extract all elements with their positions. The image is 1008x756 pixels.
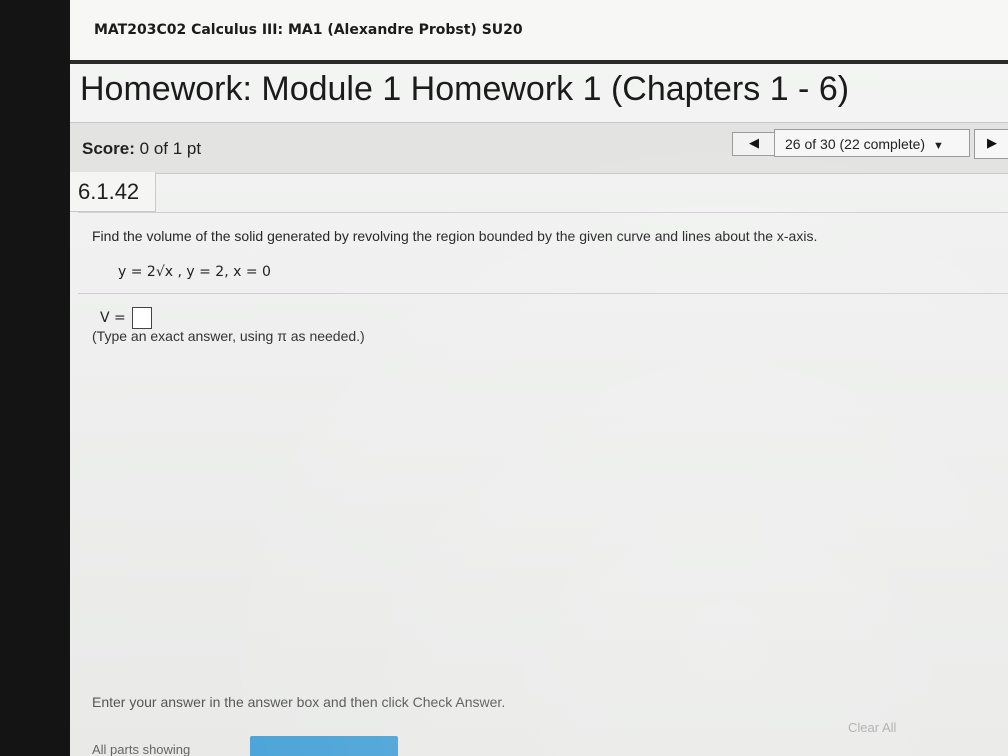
assignment-title: Homework: Module 1 Homework 1 (Chapters …: [80, 70, 850, 108]
score-label: Score:: [82, 139, 135, 158]
course-header: MAT203C02 Calculus III: MA1 (Alexandre P…: [70, 0, 1008, 60]
score: Score: 0 of 1 pt: [82, 139, 201, 159]
answer-label: V =: [100, 310, 126, 326]
question-prompt: Find the volume of the solid generated b…: [92, 228, 818, 244]
previous-question-button[interactable]: ◀: [732, 132, 776, 156]
monitor-bezel: MAT203C02 Calculus III: MA1 (Alexandre P…: [0, 0, 1008, 756]
previous-arrow-icon: ◀: [749, 136, 759, 151]
chevron-down-icon: ▼: [932, 140, 944, 152]
question-position: 26 of 30 (22 complete): [785, 136, 926, 152]
score-value: 0 of 1 pt: [139, 139, 202, 158]
next-question-button[interactable]: ▶: [974, 129, 1008, 159]
footer-bar: Clear All All parts showing: [70, 712, 1008, 756]
question-divider: [78, 293, 1008, 294]
clear-all-button[interactable]: Clear All: [848, 720, 896, 735]
course-title: MAT203C02 Calculus III: MA1 (Alexandre P…: [94, 22, 523, 38]
question-number: 6.1.42: [70, 172, 156, 212]
question-area: Find the volume of the solid generated b…: [78, 212, 1008, 693]
footer-instructions: Enter your answer in the answer box and …: [92, 694, 506, 710]
score-bar: Score: 0 of 1 pt ◀ 26 of 30 (22 complete…: [70, 122, 1008, 174]
title-divider: [70, 60, 1008, 64]
parts-showing-label: All parts showing: [92, 742, 191, 756]
browser-viewport: MAT203C02 Calculus III: MA1 (Alexandre P…: [70, 0, 1008, 756]
next-arrow-icon: ▶: [987, 136, 997, 151]
answer-input-box[interactable]: [132, 307, 153, 329]
question-equation: y = 2√x , y = 2, x = 0: [118, 264, 271, 280]
answer-row: V =: [100, 307, 153, 329]
question-select-dropdown[interactable]: 26 of 30 (22 complete) ▼: [774, 129, 970, 157]
check-answer-button[interactable]: [250, 736, 398, 756]
answer-hint: (Type an exact answer, using π as needed…: [92, 328, 365, 344]
